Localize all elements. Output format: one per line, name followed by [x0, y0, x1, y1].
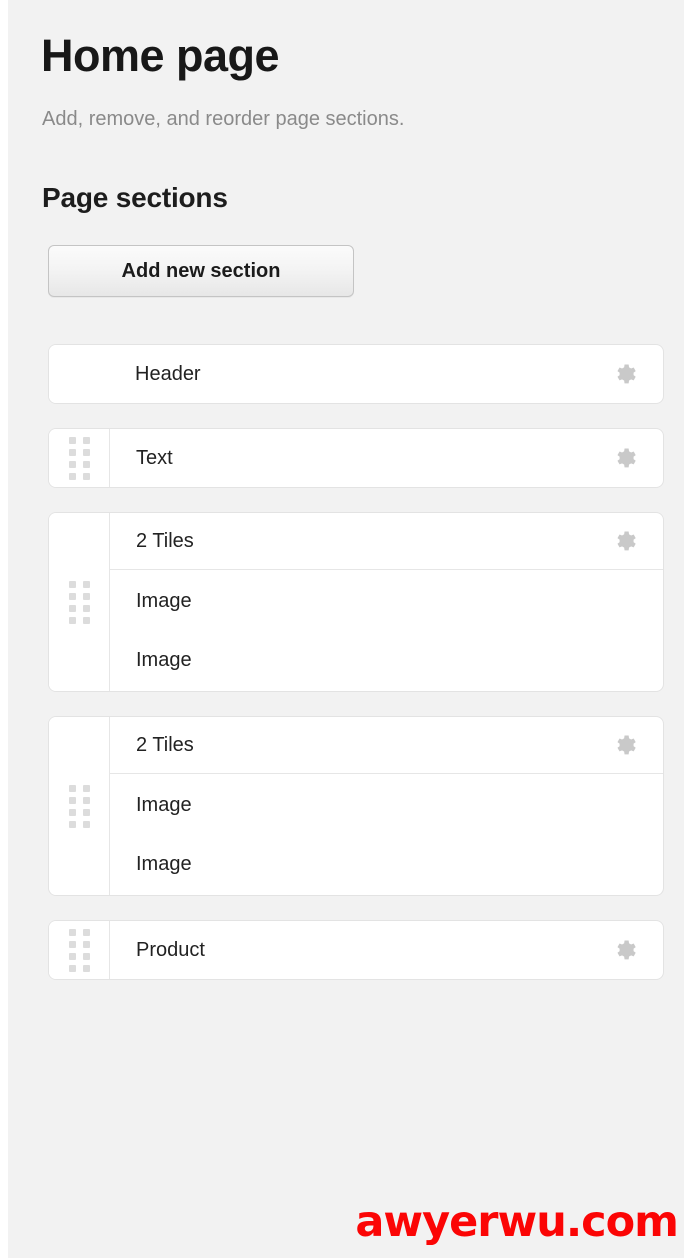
grip-dot — [82, 952, 90, 960]
section-card[interactable]: Product — [48, 920, 664, 980]
section-card-body: Header — [109, 345, 663, 403]
section-card-body: 2 Tiles Image Image — [110, 513, 663, 691]
section-child-label: Image — [136, 589, 192, 612]
section-child-label: Image — [136, 852, 192, 875]
section-card-body: Text — [110, 429, 663, 487]
grip-dot — [68, 448, 76, 456]
drag-handle[interactable] — [49, 513, 110, 691]
grip-dot — [82, 808, 90, 816]
page-sections-list: Header Text 2 Tiles Image Image 2 Tiles … — [48, 344, 664, 1004]
page-subtitle: Add, remove, and reorder page sections. — [42, 108, 405, 130]
section-row-label: Text — [136, 446, 173, 469]
grip-dot — [68, 808, 76, 816]
grip-dot — [68, 796, 76, 804]
grip-dot — [82, 784, 90, 792]
grip-dot — [82, 616, 90, 624]
drag-handle[interactable] — [49, 921, 110, 979]
drag-handle[interactable] — [49, 429, 110, 487]
drag-handle[interactable] — [49, 717, 110, 895]
drag-handle-icon[interactable] — [68, 784, 90, 828]
gear-icon[interactable] — [615, 361, 641, 387]
add-new-section-button[interactable]: Add new section — [48, 245, 354, 297]
section-row[interactable]: 2 Tiles — [110, 717, 663, 774]
section-child-row[interactable]: Image — [110, 834, 663, 894]
grip-dot — [82, 964, 90, 972]
section-child-row[interactable]: Image — [110, 630, 663, 690]
grip-dot — [68, 952, 76, 960]
section-row[interactable]: Text — [110, 429, 663, 487]
section-child-label: Image — [136, 793, 192, 816]
drag-handle-icon[interactable] — [68, 436, 90, 480]
grip-dot — [82, 580, 90, 588]
grip-dot — [82, 796, 90, 804]
page-sections-heading: Page sections — [42, 182, 228, 213]
section-card[interactable]: 2 Tiles Image Image — [48, 716, 664, 896]
gear-icon[interactable] — [615, 937, 641, 963]
section-child-row[interactable]: Image — [110, 774, 663, 834]
section-card[interactable]: Text — [48, 428, 664, 488]
section-card-body: Product — [110, 921, 663, 979]
grip-dot — [68, 940, 76, 948]
grip-dot — [68, 580, 76, 588]
grip-dot — [68, 472, 76, 480]
grip-dot — [68, 820, 76, 828]
grip-dot — [82, 448, 90, 456]
drag-handle-placeholder — [49, 345, 109, 403]
grip-dot — [68, 604, 76, 612]
grip-dot — [82, 820, 90, 828]
grip-dot — [68, 928, 76, 936]
grip-dot — [82, 436, 90, 444]
section-row-label: 2 Tiles — [136, 529, 194, 552]
grip-dot — [68, 460, 76, 468]
grip-dot — [82, 928, 90, 936]
gear-icon[interactable] — [615, 445, 641, 471]
gear-icon[interactable] — [615, 732, 641, 758]
grip-dot — [68, 784, 76, 792]
grip-dot — [82, 604, 90, 612]
grip-dot — [82, 592, 90, 600]
section-row[interactable]: 2 Tiles — [110, 513, 663, 570]
grip-dot — [82, 460, 90, 468]
grip-dot — [68, 592, 76, 600]
page-title: Home page — [41, 30, 280, 81]
section-card[interactable]: Header — [48, 344, 664, 404]
grip-dot — [68, 964, 76, 972]
grip-dot — [68, 436, 76, 444]
drag-handle-icon[interactable] — [68, 928, 90, 972]
grip-dot — [82, 472, 90, 480]
section-card-body: 2 Tiles Image Image — [110, 717, 663, 895]
section-card[interactable]: 2 Tiles Image Image — [48, 512, 664, 692]
section-child-label: Image — [136, 648, 192, 671]
section-row-label: Header — [135, 362, 201, 385]
page-container: Home page Add, remove, and reorder page … — [8, 0, 684, 1258]
section-row[interactable]: Header — [109, 345, 663, 403]
watermark: awyerwu.com — [355, 1197, 679, 1247]
section-row-label: 2 Tiles — [136, 733, 194, 756]
gear-icon[interactable] — [615, 528, 641, 554]
section-row-label: Product — [136, 938, 205, 961]
grip-dot — [68, 616, 76, 624]
section-row[interactable]: Product — [110, 921, 663, 979]
section-child-row[interactable]: Image — [110, 570, 663, 630]
drag-handle-icon[interactable] — [68, 580, 90, 624]
grip-dot — [82, 940, 90, 948]
